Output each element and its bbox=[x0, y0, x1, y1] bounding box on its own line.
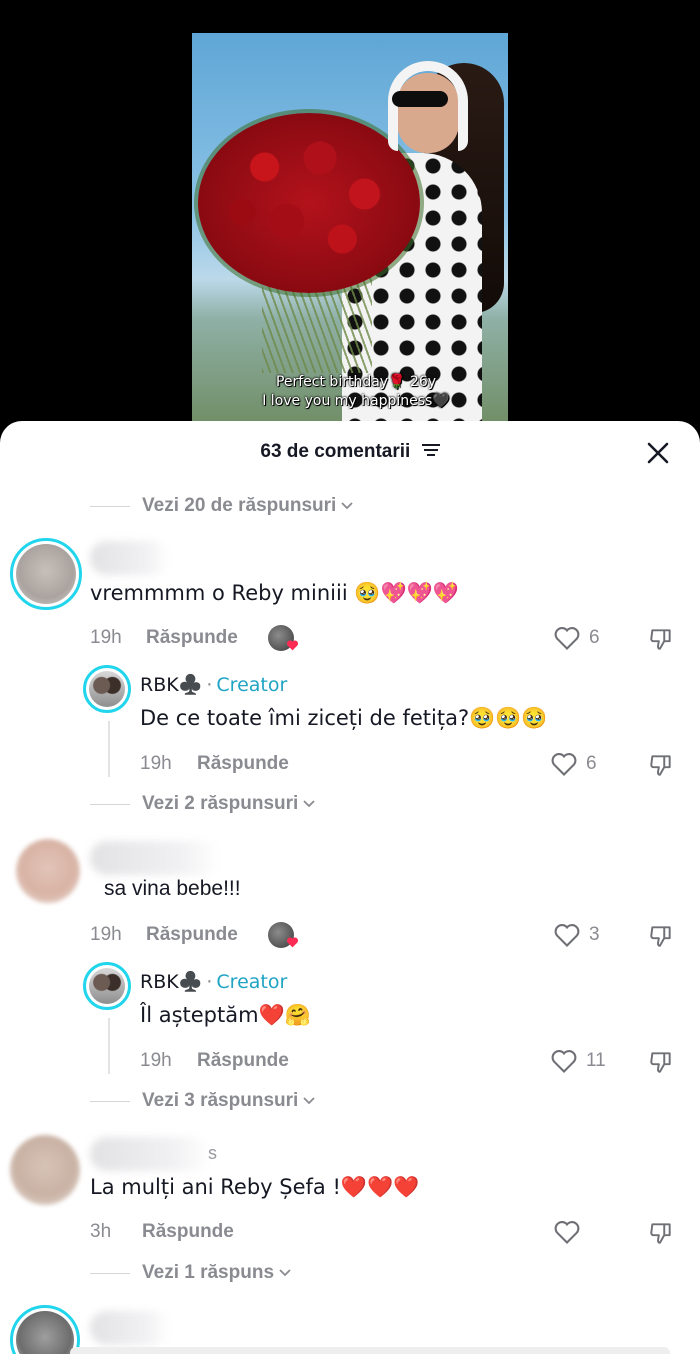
heart-outline-icon bbox=[551, 1050, 577, 1073]
dislike-icon[interactable] bbox=[648, 626, 674, 652]
dislike-icon[interactable] bbox=[648, 1049, 674, 1075]
chevron-down-icon bbox=[279, 1269, 291, 1277]
view-replies-label: Vezi 2 răspunsuri bbox=[142, 793, 299, 814]
view-replies-link[interactable]: Vezi 20 de răspunsuri bbox=[90, 495, 354, 517]
creator-avatar-image bbox=[89, 671, 125, 707]
comment-text: La mulți ani Reby Șefa !❤️❤️❤️ bbox=[90, 1175, 420, 1199]
creator-badge: Creator bbox=[216, 970, 288, 993]
comment-time: 19h bbox=[90, 627, 122, 648]
heart-outline-icon bbox=[554, 1221, 580, 1244]
view-replies-link[interactable]: Vezi 3 răspunsuri bbox=[90, 1090, 316, 1112]
avatar[interactable] bbox=[10, 538, 82, 610]
divider-line bbox=[90, 505, 130, 507]
view-replies-link[interactable]: Vezi 1 răspuns bbox=[90, 1262, 292, 1284]
creator-name-line: RBK♣️ · Creator bbox=[140, 673, 288, 697]
like-button[interactable]: 6 bbox=[553, 625, 600, 651]
heart-outline-icon bbox=[551, 753, 577, 776]
creator-name-line: RBK♣️ · Creator bbox=[140, 970, 288, 994]
like-button[interactable] bbox=[553, 1219, 589, 1245]
comment-time: 19h bbox=[90, 924, 122, 945]
comment-time: 19h bbox=[140, 753, 172, 774]
username-blurred bbox=[90, 541, 170, 575]
video-caption-line1: Perfect birthday🌹 26y bbox=[275, 374, 437, 390]
avatar[interactable] bbox=[16, 839, 80, 903]
separator-dot: · bbox=[206, 970, 213, 993]
thumb-sunglasses bbox=[392, 91, 448, 107]
chevron-down-icon bbox=[303, 1097, 315, 1105]
reply-button[interactable]: Răspunde bbox=[197, 1050, 289, 1072]
view-replies-label: Vezi 3 răspunsuri bbox=[142, 1090, 299, 1111]
like-count: 3 bbox=[589, 924, 600, 945]
comments-sheet: 63 de comentarii Vezi 20 de răspunsuri v… bbox=[0, 421, 700, 1354]
comment-time: 3h bbox=[90, 1221, 112, 1242]
comment-text: vremmmm o Reby miniii 🥹💖💖💖 bbox=[90, 581, 459, 605]
thumb-roses bbox=[198, 113, 420, 293]
filter-icon[interactable] bbox=[421, 443, 440, 457]
view-replies-label: Vezi 1 răspuns bbox=[142, 1262, 275, 1283]
thread-line bbox=[108, 1018, 110, 1074]
like-button[interactable]: 3 bbox=[553, 922, 600, 948]
thread-line bbox=[108, 721, 110, 777]
creator-badge: Creator bbox=[216, 673, 288, 696]
avatar-image bbox=[16, 544, 76, 604]
username-blurred bbox=[90, 841, 220, 875]
creator-avatar[interactable] bbox=[83, 665, 131, 713]
comments-title: 63 de comentarii bbox=[0, 441, 700, 463]
divider-line bbox=[90, 1272, 130, 1274]
video-thumbnail[interactable]: Perfect birthday🌹 26y I love you my happ… bbox=[192, 33, 508, 430]
reply-button[interactable]: Răspunde bbox=[146, 627, 238, 649]
creator-avatar-image bbox=[89, 968, 125, 1004]
divider-line bbox=[90, 803, 130, 805]
separator-dot: · bbox=[206, 673, 213, 696]
reply-button[interactable]: Răspunde bbox=[197, 753, 289, 775]
comment-input-bar[interactable] bbox=[70, 1347, 670, 1354]
heart-outline-icon bbox=[554, 924, 580, 947]
comment-time: 19h bbox=[140, 1050, 172, 1071]
video-caption: Perfect birthday🌹 26y I love you my happ… bbox=[256, 373, 456, 411]
username-partial: s bbox=[208, 1143, 217, 1163]
avatar[interactable] bbox=[10, 1135, 80, 1205]
reply-button[interactable]: Răspunde bbox=[142, 1221, 234, 1243]
like-button[interactable]: 6 bbox=[550, 751, 597, 777]
username-blurred bbox=[90, 1311, 170, 1345]
dislike-icon[interactable] bbox=[648, 1220, 674, 1246]
chevron-down-icon bbox=[341, 502, 353, 510]
like-count: 11 bbox=[586, 1050, 606, 1071]
heart-outline-icon bbox=[554, 627, 580, 650]
divider-line bbox=[90, 1100, 130, 1102]
like-button[interactable]: 11 bbox=[550, 1048, 606, 1074]
comments-count-label: 63 de comentarii bbox=[260, 441, 411, 462]
video-caption-line2: I love you my happiness🖤 bbox=[262, 393, 450, 409]
reply-button[interactable]: Răspunde bbox=[146, 924, 238, 946]
video-area: Perfect birthday🌹 26y I love you my happ… bbox=[0, 0, 700, 430]
close-icon[interactable] bbox=[646, 441, 670, 465]
view-replies-label: Vezi 20 de răspunsuri bbox=[142, 495, 337, 516]
view-replies-link[interactable]: Vezi 2 răspunsuri bbox=[90, 793, 316, 815]
creator-name[interactable]: RBK♣️ bbox=[140, 673, 202, 696]
avatar[interactable] bbox=[10, 1305, 80, 1354]
comments-header: 63 de comentarii bbox=[0, 421, 700, 485]
avatar-image bbox=[16, 1311, 74, 1354]
username-blurred bbox=[90, 1137, 210, 1171]
chevron-down-icon bbox=[303, 800, 315, 808]
heart-badge-icon bbox=[286, 937, 299, 948]
like-count: 6 bbox=[589, 627, 600, 648]
comment-text: sa vina bebe!!! bbox=[104, 877, 241, 900]
creator-avatar[interactable] bbox=[83, 962, 131, 1010]
dislike-icon[interactable] bbox=[648, 752, 674, 778]
creator-reply-text: Îl așteptăm❤️🤗 bbox=[140, 1003, 311, 1027]
like-count: 6 bbox=[586, 753, 597, 774]
creator-reply-text: De ce toate îmi ziceți de fetița?🥹🥹🥹 bbox=[140, 706, 548, 730]
dislike-icon[interactable] bbox=[648, 923, 674, 949]
creator-name[interactable]: RBK♣️ bbox=[140, 970, 202, 993]
heart-badge-icon bbox=[286, 640, 299, 651]
